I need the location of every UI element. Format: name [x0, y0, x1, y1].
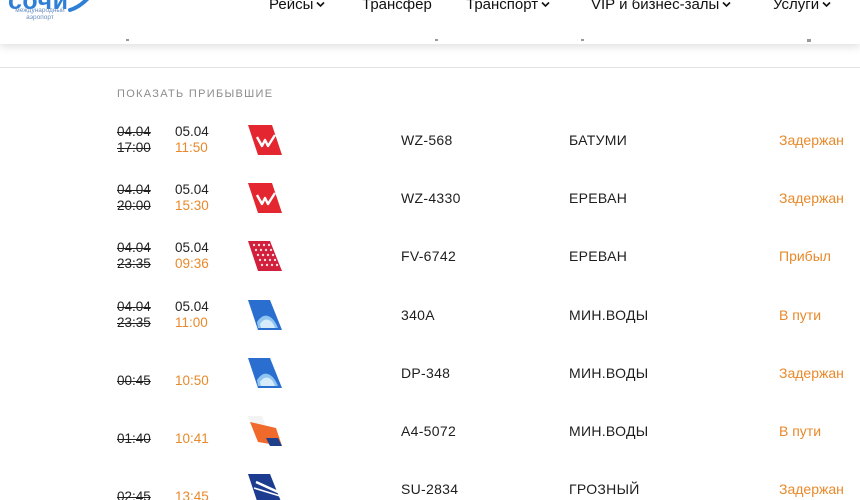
main-nav: Рейсы Трансфер Транспорт VIP и бизнес-за… — [0, 0, 860, 16]
flight-number: DP-348 — [401, 365, 451, 381]
city: МИН.ВОДЫ — [569, 365, 649, 381]
show-arrived-link[interactable]: ПОКАЗАТЬ ПРИБЫВШИЕ — [117, 88, 273, 100]
status-badge: Задержан — [779, 365, 844, 381]
city: ЕРЕВАН — [569, 190, 628, 206]
actual-time: 11:50 — [175, 140, 208, 155]
flight-row[interactable]: 04.04 23:35 05.04 11:00 340А МИН.ВОДЫ В … — [0, 299, 860, 339]
status-badge: В пути — [779, 423, 822, 439]
scheduled-time: 02:45 — [117, 489, 151, 500]
flight-row[interactable]: 02:45 13:45 SU-2834 ГРОЗНЫЙ Задержан — [0, 473, 860, 500]
scheduled-time: 01:40 — [117, 431, 151, 446]
blue-tail-logo-icon — [248, 300, 282, 330]
city: МИН.ВОДЫ — [569, 307, 649, 323]
actual-date: 05.04 — [175, 124, 209, 139]
nav-item-label: VIP и бизнес-залы — [591, 0, 720, 13]
status-badge: В пути — [779, 307, 822, 323]
scheduled-time: 17:00 — [117, 140, 151, 155]
flight-number: 340А — [401, 307, 435, 323]
nav-item-label: Рейсы — [269, 0, 314, 13]
actual-time: 15:30 — [175, 198, 209, 213]
flight-row[interactable]: 04.04 23:35 05.04 09:36 FV-6742 ЕРЕВАН П… — [0, 240, 860, 280]
nav-item-label: Услуги — [773, 0, 820, 13]
divider — [0, 67, 860, 68]
actual-date: 05.04 — [175, 240, 209, 255]
flight-number: WZ-568 — [401, 132, 453, 148]
flight-number: A4-5072 — [401, 423, 457, 439]
actual-time: 09:36 — [175, 256, 209, 271]
city: ЕРЕВАН — [569, 248, 628, 264]
flight-row[interactable]: 04.04 20:00 05.04 15:30 WZ-4330 ЕРЕВАН З… — [0, 182, 860, 222]
scheduled-date: 04.04 — [117, 240, 151, 255]
chevron-down-icon — [316, 1, 325, 8]
pobeda-logo-icon — [248, 358, 282, 388]
flight-row[interactable]: 04.04 17:00 05.04 11:50 WZ-568 БАТУМИ За… — [0, 124, 860, 164]
red-wings-logo-icon — [248, 183, 282, 213]
flight-row[interactable]: 00:45 10:50 DP-348 МИН.ВОДЫ Задержан — [0, 357, 860, 397]
scheduled-time: 23:35 — [117, 256, 151, 271]
status-badge: Задержан — [779, 190, 844, 206]
status-badge: Прибыл — [779, 248, 831, 264]
flight-number: SU-2834 — [401, 481, 459, 497]
flight-number: FV-6742 — [401, 248, 457, 264]
nav-item-transport[interactable]: Транспорт — [466, 0, 550, 13]
actual-time: 10:41 — [175, 431, 209, 446]
status-badge: Задержан — [779, 132, 844, 148]
aeroflot-logo-icon — [248, 474, 281, 500]
clipped-column-headers — [126, 39, 811, 42]
red-wings-logo-icon — [248, 125, 282, 155]
actual-date: 05.04 — [175, 299, 209, 314]
flight-row[interactable]: 01:40 10:41 A4-5072 МИН.ВОДЫ В пути — [0, 415, 860, 455]
nav-item-flights[interactable]: Рейсы — [269, 0, 325, 13]
chevron-down-icon — [541, 1, 550, 8]
flight-number: WZ-4330 — [401, 190, 461, 206]
site-header: сочи международный аэропорт Рейсы Трансф… — [0, 0, 860, 44]
chevron-down-icon — [722, 1, 731, 8]
scheduled-date: 04.04 — [117, 124, 151, 139]
city: ГРОЗНЫЙ — [569, 481, 640, 497]
actual-time: 13:45 — [175, 489, 209, 500]
scheduled-time: 23:35 — [117, 315, 151, 330]
scheduled-date: 04.04 — [117, 182, 151, 197]
scheduled-time: 00:45 — [117, 373, 151, 388]
status-badge: Задержан — [779, 481, 844, 497]
scheduled-time: 20:00 — [117, 198, 151, 213]
chevron-down-icon — [822, 1, 831, 8]
city: МИН.ВОДЫ — [569, 423, 649, 439]
nordwind-logo-icon — [248, 241, 282, 271]
nav-item-label: Трансфер — [362, 0, 432, 13]
nav-item-transfer[interactable]: Трансфер — [362, 0, 432, 13]
actual-time: 11:00 — [175, 315, 208, 330]
nav-item-vip[interactable]: VIP и бизнес-залы — [591, 0, 731, 13]
nav-item-label: Транспорт — [466, 0, 539, 13]
actual-time: 10:50 — [175, 373, 209, 388]
scheduled-date: 04.04 — [117, 299, 151, 314]
actual-date: 05.04 — [175, 182, 209, 197]
nav-item-services[interactable]: Услуги — [773, 0, 831, 13]
city: БАТУМИ — [569, 132, 628, 148]
azimuth-logo-icon — [248, 416, 282, 446]
